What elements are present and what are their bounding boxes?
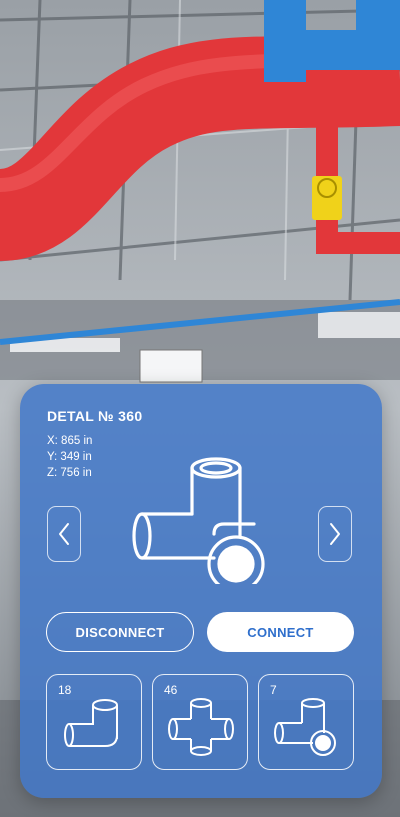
coord-z: Z: 756 in — [47, 467, 92, 479]
part-detail-panel: DETAL № 360 X: 865 in Y: 349 in Z: 756 i… — [20, 384, 382, 798]
tee-fitting-preview-icon — [132, 457, 265, 584]
library-item-tee[interactable]: 7 — [258, 674, 354, 770]
library-item-cross[interactable]: 46 — [152, 674, 248, 770]
disconnect-button[interactable]: DISCONNECT — [46, 612, 194, 652]
coord-x: X: 865 in — [47, 435, 93, 447]
next-part-button[interactable] — [318, 506, 352, 562]
part-title: DETAL № 360 — [47, 408, 143, 424]
prev-part-button[interactable] — [47, 506, 81, 562]
cross-fitting-icon — [168, 698, 234, 756]
connect-button[interactable]: CONNECT — [207, 612, 354, 652]
library-item-elbow[interactable]: 18 — [46, 674, 142, 770]
chevron-right-icon — [330, 523, 340, 545]
part-coordinates: X: 865 in Y: 349 in Z: 756 in — [47, 433, 92, 481]
chevron-left-icon — [59, 523, 69, 545]
coord-y: Y: 349 in — [47, 451, 92, 463]
tee-fitting-icon — [274, 698, 336, 756]
elbow-fitting-icon — [64, 699, 118, 747]
